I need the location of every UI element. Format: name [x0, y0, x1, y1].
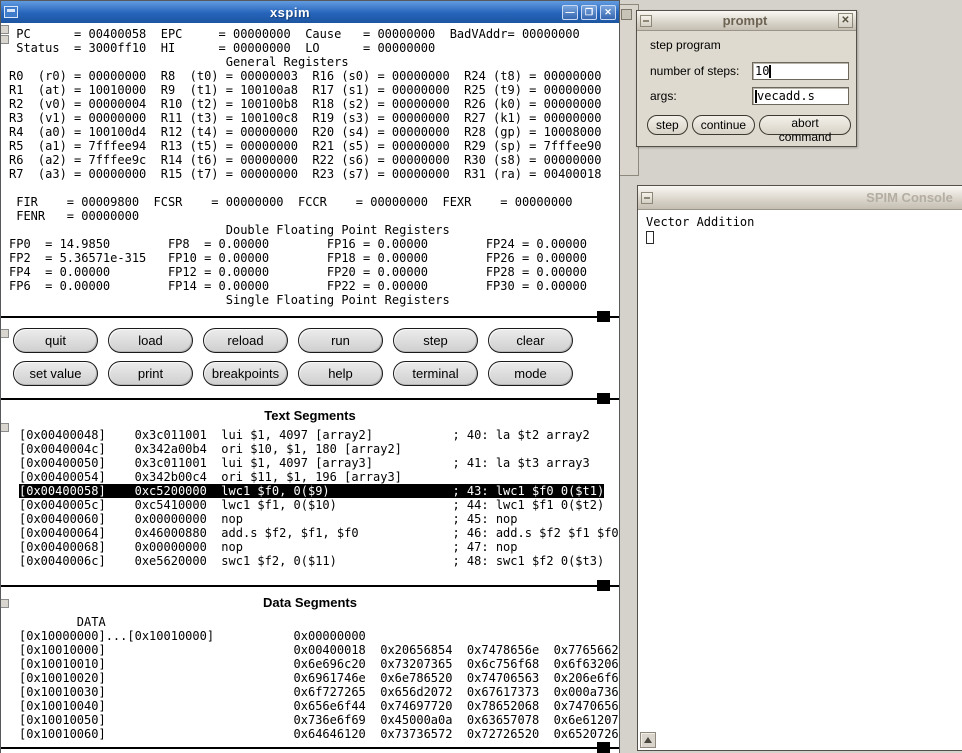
window-menu-icon[interactable]: [640, 15, 652, 27]
desktop: xspim — ❐ ✕ PC = 00400058 EPC = 00000000…: [0, 0, 962, 753]
abort-command-button[interactable]: abort command: [759, 115, 851, 135]
text-segment-line: [0x00400060] 0x00000000 nop ; 45: nop: [19, 512, 619, 526]
arrow-up-icon: [644, 737, 652, 743]
pane-separator: [1, 311, 619, 323]
text-segment-line: [0x0040006c] 0xe5620000 swc1 $f2, 0($11)…: [19, 554, 619, 568]
button-quit[interactable]: quit: [13, 328, 98, 353]
pane-resize-grip[interactable]: [1, 35, 9, 44]
button-step[interactable]: step: [393, 328, 478, 353]
input-value: 10: [755, 64, 769, 78]
text-segment-line-current: [0x00400058] 0xc5200000 lwc1 $f0, 0($9) …: [19, 484, 604, 498]
scrollbar-arrow-button[interactable]: [640, 732, 656, 748]
pane-resize-grip[interactable]: [597, 580, 610, 591]
text-segment-line: [0x00400064] 0x46000880 add.s $f2, $f1, …: [19, 526, 619, 540]
xspim-window: xspim — ❐ ✕ PC = 00400058 EPC = 00000000…: [0, 0, 620, 753]
pane-separator: [1, 580, 619, 592]
prompt-body: step program number of steps: 10 args: v…: [637, 31, 856, 135]
control-panel: quit load reload runstep clear set value prin…: [1, 323, 619, 393]
text-segment-line: [0x00400048] 0x3c011001 lui $1, 4097 [ar…: [19, 428, 619, 442]
text-segments-header: Text Segments: [1, 405, 619, 426]
continue-button[interactable]: continue: [692, 115, 755, 135]
pane-resize-grip[interactable]: [597, 393, 610, 404]
prompt-message: step program: [650, 38, 851, 52]
prompt-window: prompt ✕ step program number of steps: 1…: [636, 10, 857, 147]
control-button-row-1: quit load reload runstep clear: [13, 328, 619, 353]
titlebar-buttons: — ❐ ✕: [562, 5, 616, 20]
text-caret: [769, 65, 771, 78]
pane-separator: [1, 742, 619, 753]
pane-resize-grip[interactable]: [1, 423, 9, 432]
button-set-value[interactable]: set value: [13, 361, 98, 386]
button-terminal[interactable]: terminal: [393, 361, 478, 386]
text-segment-line: [0x0040005c] 0xc5410000 lwc1 $f1, 0($10)…: [19, 498, 619, 512]
text-segment-line: [0x0040004c] 0x342a00b4 ori $10, $1, 180…: [19, 442, 619, 456]
maximize-icon[interactable]: ❐: [581, 5, 597, 20]
window-menu-icon[interactable]: [4, 6, 18, 18]
window-title: SPIM Console: [656, 190, 962, 205]
button-mode[interactable]: mode: [488, 361, 573, 386]
text-segment-line: [0x00400054] 0x342b00c4 ori $11, $1, 196…: [19, 470, 619, 484]
console-titlebar[interactable]: SPIM Console: [638, 186, 962, 210]
button-reload[interactable]: reload: [203, 328, 288, 353]
args-input[interactable]: vecadd.s: [752, 87, 849, 105]
number-of-steps-input[interactable]: 10: [752, 62, 849, 80]
prompt-titlebar[interactable]: prompt ✕: [637, 11, 856, 31]
button-breakpoints[interactable]: breakpoints: [203, 361, 288, 386]
text-segment-line: [0x00400050] 0x3c011001 lui $1, 4097 [ar…: [19, 456, 619, 470]
xspim-titlebar[interactable]: xspim — ❐ ✕: [1, 1, 619, 23]
window-title: xspim: [22, 5, 558, 20]
button-help[interactable]: help: [298, 361, 383, 386]
button-clear[interactable]: clear: [488, 328, 573, 353]
minimize-icon[interactable]: —: [562, 5, 578, 20]
step-button[interactable]: step: [647, 115, 688, 135]
close-icon[interactable]: ✕: [838, 13, 853, 28]
text-cursor: [646, 231, 654, 244]
pane-resize-grip[interactable]: [1, 25, 9, 34]
close-icon[interactable]: ✕: [600, 5, 616, 20]
button-load[interactable]: load: [108, 328, 193, 353]
pane-resize-grip[interactable]: [1, 329, 9, 338]
window-title: prompt: [655, 13, 835, 28]
control-button-row-2: set value print breakpoints help terminal mod…: [13, 361, 619, 386]
text-segments-display: [0x00400048] 0x3c011001 lui $1, 4097 [ar…: [1, 426, 619, 580]
pane-resize-grip[interactable]: [597, 742, 610, 753]
data-segments-display: DATA [0x10000000]...[0x10010000] 0x00000…: [1, 613, 619, 742]
number-of-steps-label: number of steps:: [650, 64, 739, 78]
pane-resize-grip[interactable]: [1, 599, 9, 608]
button-run[interactable]: run: [298, 328, 383, 353]
pane-resize-grip[interactable]: [597, 311, 610, 322]
pane-separator: [1, 393, 619, 405]
console-output: Vector Addition: [638, 210, 962, 750]
input-value: vecadd.s: [757, 89, 815, 103]
console-line: Vector Addition: [646, 215, 962, 230]
spim-console-window: SPIM Console Vector Addition: [637, 185, 962, 751]
data-segments-header: Data Segments: [1, 592, 619, 613]
text-segment-line: [0x00400068] 0x00000000 nop ; 47: nop: [19, 540, 619, 554]
args-label: args:: [650, 89, 677, 103]
window-menu-icon: [621, 9, 632, 20]
window-menu-icon[interactable]: [641, 192, 653, 204]
registers-display: PC = 00400058 EPC = 00000000 Cause = 000…: [1, 23, 619, 311]
prompt-buttons: step continue abort command: [647, 115, 851, 135]
button-print[interactable]: print: [108, 361, 193, 386]
